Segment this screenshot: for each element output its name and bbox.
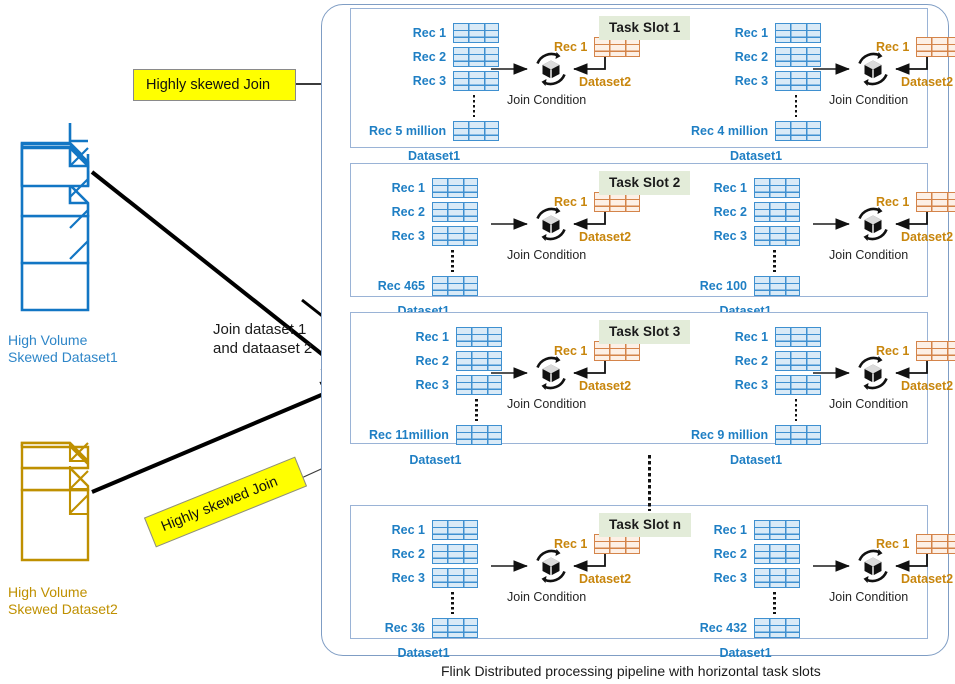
dataset2-caption: Dataset2	[901, 379, 954, 393]
center-note-line2: and dataaset 2	[213, 340, 313, 357]
source-dataset2-icon	[20, 441, 90, 562]
join-condition-label: Join Condition	[507, 248, 587, 262]
dataset2-caption: Dataset2	[579, 572, 632, 586]
dataset2-record-row: Rec 1	[554, 37, 641, 57]
record-table-glyph-dataset2	[594, 534, 641, 554]
record-label: Rec 1	[554, 40, 588, 54]
dataset2-record-row: Rec 1	[876, 192, 955, 212]
record-table-glyph-dataset2	[916, 37, 955, 57]
center-note-line1: Join dataset 1	[213, 321, 307, 338]
source-dataset1-top-doc	[20, 146, 90, 188]
dataset2-record-row: Rec 1	[876, 37, 955, 57]
dataset2-caption: Dataset2	[901, 230, 954, 244]
task-slot-1-right-pipeline: Rec 1 Rec 2 Rec 3 Rec 4 million Dataset1 Join…	[691, 23, 955, 163]
task-slot-badge-3: Task Slot 3	[599, 320, 691, 344]
task-slot-4-right-pipeline: Rec 1 Rec 2 Rec 3 Rec 432 Dataset1 Join Condi…	[691, 520, 955, 660]
source-dataset2-caption-line2: Skewed Dataset2	[8, 601, 118, 617]
source-dataset2-caption-line1: High Volume	[8, 584, 88, 600]
join-condition-label: Join Condition	[829, 397, 909, 411]
source-dataset1-icon	[20, 123, 90, 312]
source-dataset2-fold-lines	[68, 442, 89, 516]
dataset2-caption: Dataset2	[901, 572, 954, 586]
dataset2-caption: Dataset2	[901, 75, 954, 89]
dataset2-caption: Dataset2	[579, 230, 632, 244]
source-dataset1-caption: High Volume Skewed Dataset1	[8, 332, 118, 366]
record-label: Rec 1	[554, 344, 588, 358]
record-table-glyph-dataset2	[916, 192, 955, 212]
dataset2-record-row: Rec 1	[876, 341, 955, 361]
dataset1-caption: Dataset1	[729, 453, 783, 467]
connector-source2-to-pipeline	[91, 380, 354, 494]
task-slot-badge-4: Task Slot n	[599, 513, 692, 537]
join-condition-label: Join Condition	[829, 248, 909, 262]
dataset2-caption: Dataset2	[579, 379, 632, 393]
diagram-canvas: Rec 1 Rec 2 Rec 3 Rec 5 million Dataset1 Join…	[0, 0, 955, 684]
record-table-glyph-dataset2	[594, 192, 641, 212]
join-condition-label: Join Condition	[507, 93, 587, 107]
record-table-glyph-dataset2	[594, 341, 641, 361]
callout-highly-skewed-join-bottom[interactable]: Highly skewed Join	[143, 456, 308, 548]
record-table-glyph-dataset2	[594, 37, 641, 57]
footer-caption: Flink Distributed processing pipeline wi…	[441, 663, 821, 679]
task-slot-badge-2: Task Slot 2	[599, 171, 691, 195]
dataset1-caption: Dataset1	[719, 646, 772, 660]
dataset2-record-row: Rec 1	[876, 534, 955, 554]
dataset1-caption: Dataset1	[409, 453, 462, 467]
record-table-glyph-dataset2	[916, 534, 955, 554]
record-label: Rec 1	[876, 537, 910, 551]
center-note: Join dataset 1 and dataaset 2	[213, 320, 312, 358]
task-slot-2-right-pipeline: Rec 1 Rec 2 Rec 3 Rec 100 Dataset1 Join Condi…	[691, 178, 955, 318]
task-slot-badge-1: Task Slot 1	[599, 16, 691, 40]
task-slot-3-right-pipeline: Rec 1 Rec 2 Rec 3 Rec 9 million Dataset1 Join…	[691, 327, 955, 467]
join-condition-label: Join Condition	[829, 590, 909, 604]
dataset2-caption: Dataset2	[579, 75, 632, 89]
join-condition-label: Join Condition	[507, 590, 587, 604]
source-dataset1-fold-lines	[69, 147, 89, 260]
source-dataset1-icon-top	[20, 142, 90, 172]
join-condition-label: Join Condition	[829, 93, 909, 107]
source-dataset1-caption-line1: High Volume	[8, 332, 88, 348]
dataset2-record-row: Rec 1	[554, 341, 641, 361]
slots-continuation-ellipsis	[648, 455, 651, 511]
join-condition-label: Join Condition	[507, 397, 587, 411]
record-label: Rec 1	[876, 344, 910, 358]
record-table-glyph-dataset2	[916, 341, 955, 361]
dataset1-caption: Dataset1	[407, 149, 461, 163]
record-label: Rec 1	[876, 195, 910, 209]
dataset1-caption: Dataset1	[729, 149, 783, 163]
source-dataset2-top-doc	[20, 441, 90, 464]
dataset2-record-row: Rec 1	[554, 192, 641, 212]
dataset2-record-row: Rec 1	[554, 534, 641, 554]
callout-highly-skewed-join-top[interactable]: Highly skewed Join	[133, 69, 296, 101]
record-label: Rec 1	[554, 537, 588, 551]
dataset1-caption: Dataset1	[397, 646, 450, 660]
source-dataset2-caption: High Volume Skewed Dataset2	[8, 584, 118, 618]
source-dataset1-caption-line2: Skewed Dataset1	[8, 349, 118, 365]
record-label: Rec 1	[554, 195, 588, 209]
record-label: Rec 1	[876, 40, 910, 54]
